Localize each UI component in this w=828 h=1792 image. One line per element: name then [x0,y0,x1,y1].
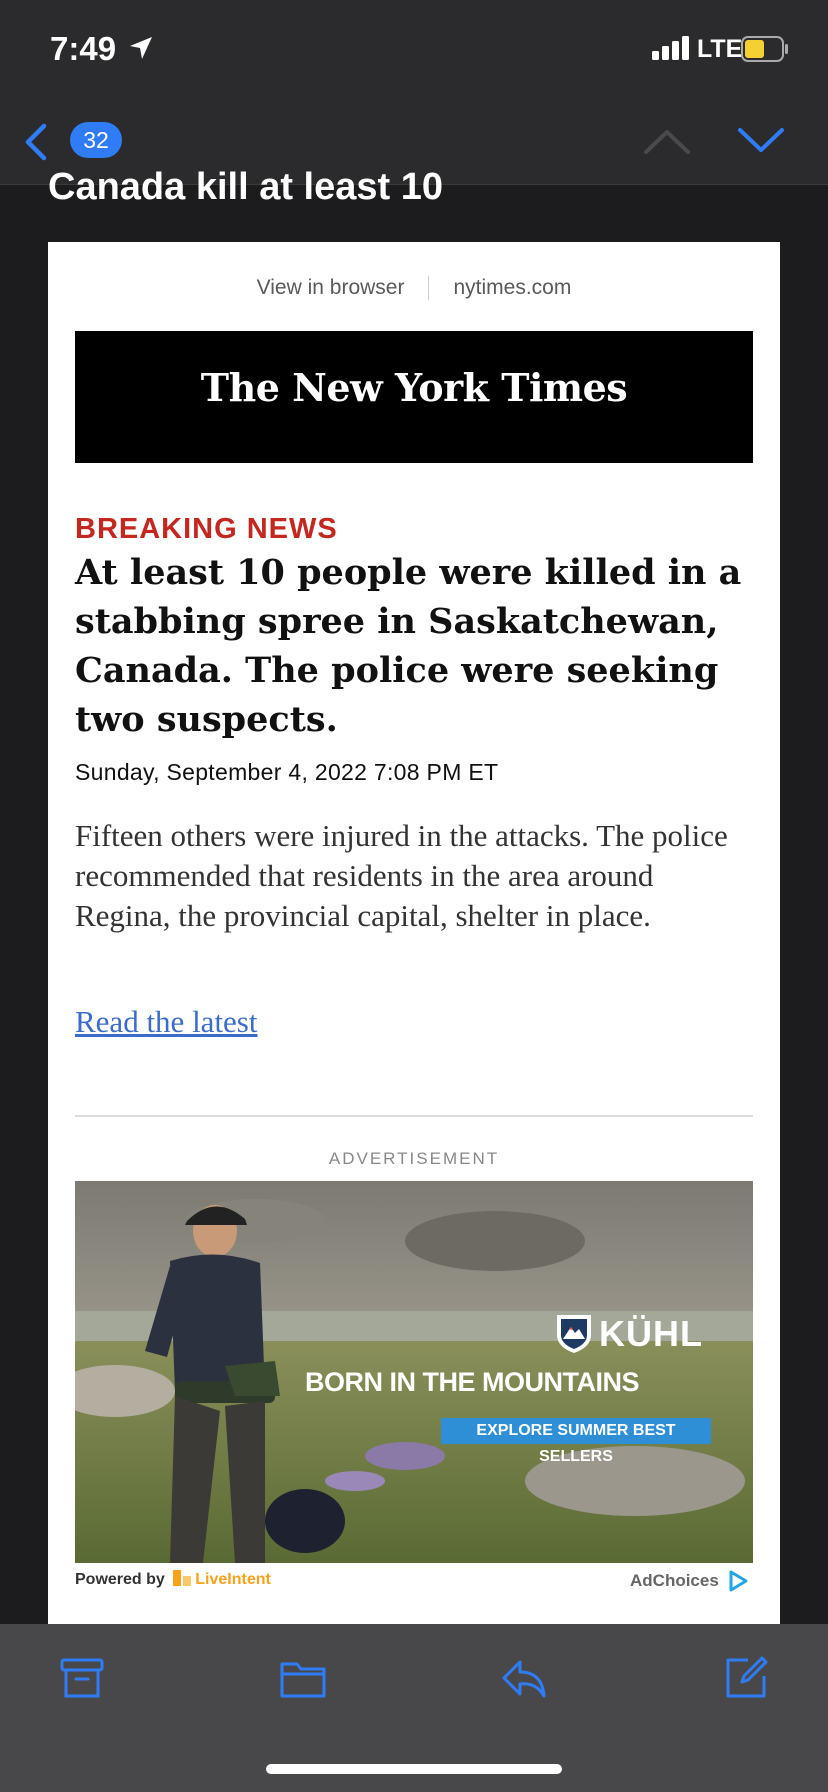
network-type: LTE [697,35,743,63]
home-indicator [266,1764,562,1774]
powered-by-text: Powered by [75,1571,165,1588]
unread-count-badge[interactable]: 32 [70,122,122,158]
kuhl-shield-icon [557,1315,591,1353]
location-arrow-icon [130,37,152,59]
link-separator [428,276,430,301]
advertisement-label: ADVERTISEMENT [328,1149,500,1168]
next-message-icon[interactable] [736,124,786,158]
headline[interactable]: At least 10 people were killed in a stab… [75,548,755,744]
cellular-signal-icon [652,36,689,60]
ad-cta-button[interactable]: EXPLORE SUMMER BEST SELLERS [441,1418,711,1465]
powered-by-label: Powered by LiveIntent [75,1570,271,1589]
email-header-links: View in browser nytimes.com [0,276,828,301]
breaking-news-kicker: BREAKING NEWS [75,513,338,545]
back-chevron-icon[interactable] [20,120,52,164]
dateline: Sunday, September 4, 2022 7:08 PM ET [75,759,499,785]
view-in-browser-link[interactable]: View in browser [257,276,405,300]
adchoices-icon[interactable] [728,1570,748,1592]
masthead-logo-text: The New York Times [200,365,628,410]
site-link[interactable]: nytimes.com [453,276,571,300]
previous-message-icon[interactable] [642,124,692,158]
summary-paragraph: Fifteen others were injured in the attac… [75,818,728,933]
liveintent-icon [173,1570,192,1586]
email-subject: Canada kill at least 10 [48,166,443,208]
kuhl-logo: KÜHL [555,1311,725,1355]
liveintent-brand[interactable]: LiveIntent [195,1571,271,1588]
compose-icon[interactable] [722,1654,770,1702]
section-divider [75,1115,753,1117]
archive-icon[interactable] [58,1654,106,1702]
status-time: 7:49 [50,30,117,67]
nyt-masthead[interactable]: The New York Times [75,331,753,463]
kuhl-brand-name: KÜHL [599,1313,703,1354]
folder-icon[interactable] [279,1654,327,1702]
read-the-latest-link[interactable]: Read the latest [75,1004,258,1040]
ad-tagline: BORN IN THE MOUNTAINS [305,1367,640,1397]
reply-icon[interactable] [500,1654,548,1702]
battery-icon [741,36,788,62]
adchoices-link[interactable]: AdChoices [630,1571,719,1591]
